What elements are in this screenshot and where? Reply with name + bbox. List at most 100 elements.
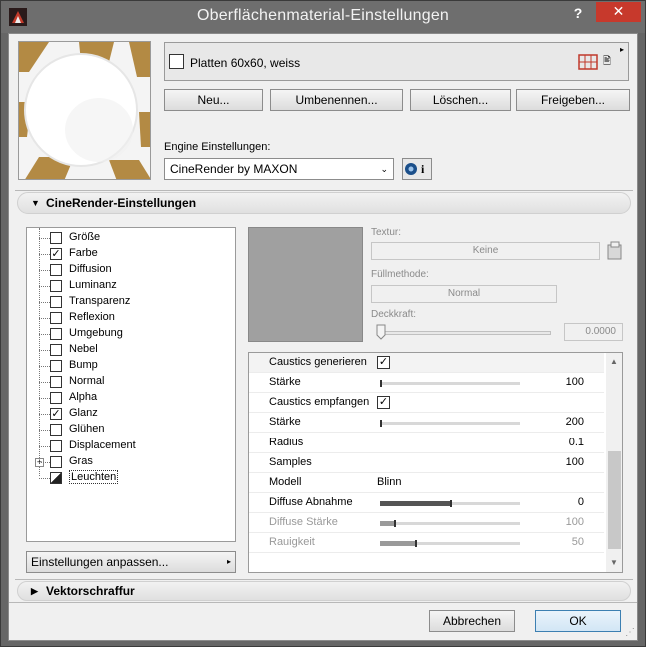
channel-label: Luminanz xyxy=(69,279,117,291)
channel-checkbox[interactable] xyxy=(50,344,62,356)
slider-handle[interactable] xyxy=(380,420,382,427)
property-row[interactable]: Diffuse Abnahme 0 xyxy=(249,493,604,513)
share-button[interactable]: Freigeben... xyxy=(516,89,630,111)
property-row[interactable]: Caustics empfangen ✓ xyxy=(249,393,604,413)
delete-button[interactable]: Löschen... xyxy=(410,89,511,111)
channel-item[interactable]: + Gras xyxy=(27,454,227,470)
engine-info-button[interactable]: i xyxy=(402,158,432,180)
properties-scrollbar[interactable]: ▲ ▼ xyxy=(606,353,622,572)
title-bar[interactable]: Oberflächenmaterial-Einstellungen ? ✕ xyxy=(1,1,645,33)
channel-item[interactable]: Reflexion xyxy=(27,310,227,326)
opacity-slider-handle[interactable] xyxy=(376,324,386,340)
slider-handle[interactable] xyxy=(450,500,452,507)
scroll-down-icon[interactable]: ▼ xyxy=(610,558,618,567)
texture-label: Textur: xyxy=(371,227,402,238)
slider-fill xyxy=(380,501,450,506)
channel-item[interactable]: Alpha xyxy=(27,390,227,406)
tree-connector xyxy=(39,334,50,335)
vector-hatch-section-header[interactable]: ▶ Vektorschraffur xyxy=(17,581,631,601)
cinerender-section-header[interactable]: ▼ CineRender-Einstellungen xyxy=(17,192,631,214)
slider-handle[interactable] xyxy=(415,540,417,547)
channel-checkbox[interactable] xyxy=(50,328,62,340)
customize-settings-button[interactable]: Einstellungen anpassen... ▸ xyxy=(26,551,236,573)
property-row[interactable]: Stärke 100 xyxy=(249,373,604,393)
channel-item[interactable]: ✓ Farbe xyxy=(27,246,227,262)
info-icon: i xyxy=(421,162,425,176)
material-preview xyxy=(18,41,151,180)
tree-connector xyxy=(39,478,50,479)
document-icon[interactable]: 🖹 xyxy=(603,56,613,68)
channel-item[interactable]: ✓ Glanz xyxy=(27,406,227,422)
scroll-up-icon[interactable]: ▲ xyxy=(610,357,618,366)
surface-color-swatch[interactable] xyxy=(169,54,184,69)
scroll-thumb[interactable] xyxy=(608,451,621,549)
channel-checkbox[interactable] xyxy=(50,232,62,244)
channel-item[interactable]: Umgebung xyxy=(27,326,227,342)
property-slider[interactable] xyxy=(380,520,520,527)
ok-button[interactable]: OK xyxy=(535,610,621,632)
surface-name: Platten 60x60, weiss xyxy=(190,56,301,70)
property-value: 50 xyxy=(571,536,584,548)
channel-checkbox[interactable] xyxy=(50,360,62,372)
channel-checkbox[interactable] xyxy=(50,312,62,324)
new-button[interactable]: Neu... xyxy=(164,89,263,111)
channel-checkbox[interactable] xyxy=(50,392,62,404)
channel-checkbox[interactable] xyxy=(50,296,62,308)
property-row[interactable]: Rauigkeit 50 xyxy=(249,533,604,553)
channel-item[interactable]: Größe xyxy=(27,230,227,246)
slider-handle[interactable] xyxy=(394,520,396,527)
channel-checkbox[interactable]: ✓ xyxy=(50,408,62,420)
property-row[interactable]: Diffuse Stärke 100 xyxy=(249,513,604,533)
property-row[interactable]: Samples 100 xyxy=(249,453,604,473)
channel-item[interactable]: Normal xyxy=(27,374,227,390)
channel-label: Reflexion xyxy=(69,311,115,323)
cancel-button[interactable]: Abbrechen xyxy=(429,610,515,632)
opacity-slider[interactable] xyxy=(381,331,551,335)
rename-button[interactable]: Umbenennen... xyxy=(270,89,403,111)
property-slider[interactable] xyxy=(380,380,520,387)
channel-checkbox[interactable] xyxy=(50,280,62,292)
slider-handle[interactable] xyxy=(380,380,382,387)
channel-label: Größe xyxy=(69,231,101,243)
channel-item[interactable]: Diffusion xyxy=(27,262,227,278)
channel-checkbox[interactable] xyxy=(50,456,62,468)
channel-item[interactable]: Nebel xyxy=(27,342,227,358)
property-slider[interactable] xyxy=(380,420,520,427)
channel-checkbox[interactable] xyxy=(50,424,62,436)
channel-item[interactable]: Displacement xyxy=(27,438,227,454)
hatch-pattern-icon[interactable] xyxy=(578,54,598,70)
channel-checkbox[interactable] xyxy=(50,264,62,276)
property-slider[interactable] xyxy=(380,500,520,507)
channel-item[interactable]: Glühen xyxy=(27,422,227,438)
channel-checkbox[interactable]: ✓ xyxy=(50,248,62,260)
engine-select[interactable]: CineRender by MAXON ⌄ xyxy=(164,158,394,180)
channel-checkbox[interactable] xyxy=(50,376,62,388)
divider xyxy=(15,190,633,191)
property-row[interactable]: Stärke 200 xyxy=(249,413,604,433)
close-button[interactable]: ✕ xyxy=(596,2,641,22)
property-row[interactable]: Caustics generieren ✓ xyxy=(249,353,604,373)
property-row[interactable]: Radius 0.1 xyxy=(249,433,604,453)
resize-grip-icon[interactable]: ⋰ xyxy=(625,627,635,638)
menu-arrow-icon[interactable]: ▸ xyxy=(620,45,624,54)
property-checkbox[interactable]: ✓ xyxy=(377,396,390,409)
help-button[interactable]: ? xyxy=(567,3,589,25)
channel-item[interactable]: Leuchten xyxy=(27,470,227,486)
opacity-value[interactable]: 0.0000 xyxy=(564,323,623,341)
channel-checkbox[interactable] xyxy=(50,472,62,484)
tree-connector xyxy=(39,238,50,239)
surface-selector[interactable]: Platten 60x60, weiss 🖹 ▸ xyxy=(164,42,629,81)
property-checkbox[interactable]: ✓ xyxy=(377,356,390,369)
channel-item[interactable]: Luminanz xyxy=(27,278,227,294)
color-swatch[interactable] xyxy=(248,227,363,342)
folder-icon[interactable] xyxy=(607,241,623,261)
channel-item[interactable]: Transparenz xyxy=(27,294,227,310)
channel-checkbox[interactable] xyxy=(50,440,62,452)
channel-label: Alpha xyxy=(69,391,98,403)
fill-method-field[interactable]: Normal xyxy=(371,285,557,303)
highlight-overlay xyxy=(47,495,134,525)
property-slider[interactable] xyxy=(380,540,520,547)
property-row[interactable]: Modell Blinn xyxy=(249,473,604,493)
texture-field[interactable]: Keine xyxy=(371,242,600,260)
channel-item[interactable]: Bump xyxy=(27,358,227,374)
